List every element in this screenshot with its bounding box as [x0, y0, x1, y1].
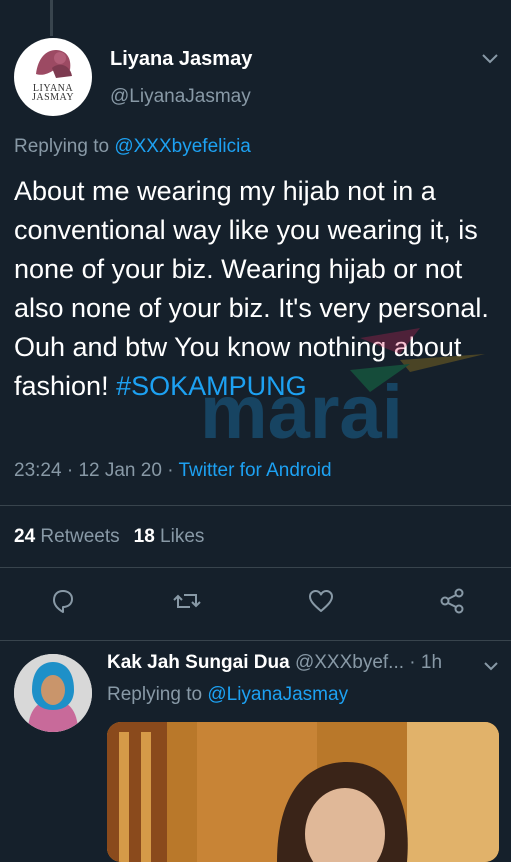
replying-to-mention[interactable]: @XXXbyefelicia: [114, 136, 251, 157]
avatar[interactable]: LIYANA JASMAY: [14, 38, 92, 116]
reply-avatar[interactable]: [14, 654, 92, 732]
like-icon[interactable]: [306, 586, 336, 616]
share-icon[interactable]: [437, 586, 467, 616]
reply-media-image[interactable]: [107, 722, 499, 862]
replying-to-label: Replying to @XXXbyefelicia: [14, 136, 251, 157]
reply-replying-to-mention[interactable]: @LiyanaJasmay: [207, 684, 348, 705]
tweet-date: 12 Jan 20: [78, 460, 162, 481]
reply-author[interactable]: Kak Jah Sungai Dua @XXXbyef... · 1h: [107, 652, 442, 674]
reply-icon[interactable]: [48, 586, 78, 616]
author-handle[interactable]: @LiyanaJasmay: [110, 86, 251, 108]
chevron-down-icon[interactable]: [481, 52, 499, 66]
reply-avatar-portrait-icon: [14, 654, 92, 732]
avatar-brand-text: LIYANA JASMAY: [31, 83, 75, 103]
retweet-icon[interactable]: [172, 586, 202, 616]
author-name[interactable]: Liyana Jasmay: [110, 48, 252, 71]
thread-connector-line: [50, 0, 53, 36]
tweet-stats: 24 Retweets 18 Likes: [14, 526, 204, 548]
tweet-meta: 23:24 · 12 Jan 20 · Twitter for Android: [14, 460, 332, 481]
watermark-logo-icon: marai: [200, 328, 485, 455]
divider: [0, 505, 511, 506]
retweets-stat[interactable]: 24 Retweets: [14, 526, 120, 547]
tweet-actions: [0, 586, 511, 622]
reply-tweet[interactable]: Kak Jah Sungai Dua @XXXbyef... · 1h Repl…: [0, 640, 511, 862]
tweet-header: LIYANA JASMAY Liyana Jasmay @LiyanaJasma…: [14, 36, 501, 116]
likes-stat[interactable]: 18 Likes: [134, 526, 205, 547]
chevron-down-icon[interactable]: [483, 660, 499, 672]
tweet-time: 23:24: [14, 460, 62, 481]
reply-replying-to-label: Replying to @LiyanaJasmay: [107, 684, 349, 705]
media-photo-icon: [107, 722, 499, 862]
avatar-figure-icon: [36, 50, 72, 78]
divider: [0, 567, 511, 568]
tweet-source-link[interactable]: Twitter for Android: [178, 460, 331, 481]
